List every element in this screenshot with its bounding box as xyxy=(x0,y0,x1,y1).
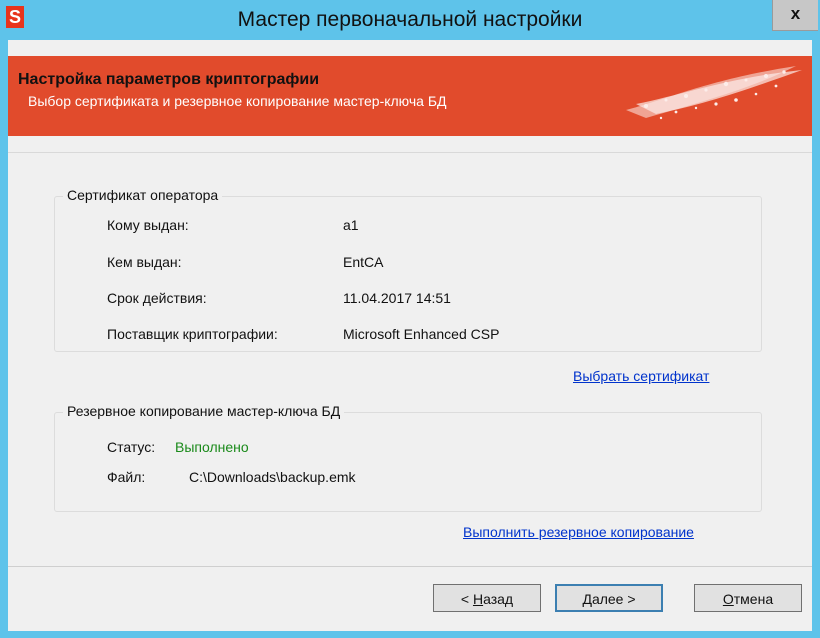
back-button-prefix: < xyxy=(460,591,473,607)
cancel-button[interactable]: Отмена xyxy=(694,584,802,612)
cancel-button-label: тмена xyxy=(733,591,774,607)
cancel-button-accel: О xyxy=(722,591,734,607)
banner-title: Настройка параметров криптографии xyxy=(18,71,320,88)
back-button-label: азад xyxy=(483,591,514,607)
crypto-provider-label: Поставщик криптографии: xyxy=(107,326,278,342)
divider xyxy=(8,152,812,153)
backup-group-title: Резервное копирование мастер-ключа БД xyxy=(63,403,345,419)
title-bar[interactable]: S Мастер первоначальной настройки x xyxy=(0,0,820,40)
next-button-accel: Д xyxy=(582,591,592,607)
validity-value: 11.04.2017 14:51 xyxy=(343,290,451,306)
next-button[interactable]: Далее > xyxy=(555,584,663,612)
header-banner: Настройка параметров криптографии Выбор … xyxy=(8,56,812,136)
backup-group: Резервное копирование мастер-ключа БД Ст… xyxy=(54,403,762,512)
file-label: Файл: xyxy=(107,469,146,485)
select-certificate-link[interactable]: Выбрать сертификат xyxy=(573,368,709,384)
issued-by-label: Кем выдан: xyxy=(107,254,182,270)
footer-divider xyxy=(8,566,812,567)
certificate-group-title: Сертификат оператора xyxy=(63,187,223,203)
validity-label: Срок действия: xyxy=(107,290,207,306)
status-label: Статус: xyxy=(107,439,156,455)
window-title: Мастер первоначальной настройки xyxy=(237,8,583,31)
status-value: Выполнено xyxy=(175,439,249,455)
issued-to-value: a1 xyxy=(343,217,359,233)
issued-to-label: Кому выдан: xyxy=(107,217,189,233)
banner-subtitle: Выбор сертификата и резервное копировани… xyxy=(28,93,447,109)
banner-decoration-icon xyxy=(626,66,802,120)
issued-by-value: EntCA xyxy=(343,254,384,270)
certificate-group: Сертификат оператора Кому выдан: a1 Кем … xyxy=(54,187,762,352)
back-button[interactable]: < Назад xyxy=(433,584,541,612)
close-button[interactable]: x xyxy=(772,0,818,31)
file-path-value: C:\Downloads\backup.emk xyxy=(189,469,356,485)
next-button-label: алее > xyxy=(591,591,636,607)
wizard-window: S Мастер первоначальной настройки x Наст… xyxy=(0,0,820,638)
wizard-client-area: Настройка параметров криптографии Выбор … xyxy=(8,40,812,631)
run-backup-link[interactable]: Выполнить резервное копирование xyxy=(463,524,694,540)
crypto-provider-value: Microsoft Enhanced CSP xyxy=(343,326,500,342)
back-button-accel: Н xyxy=(472,591,484,607)
